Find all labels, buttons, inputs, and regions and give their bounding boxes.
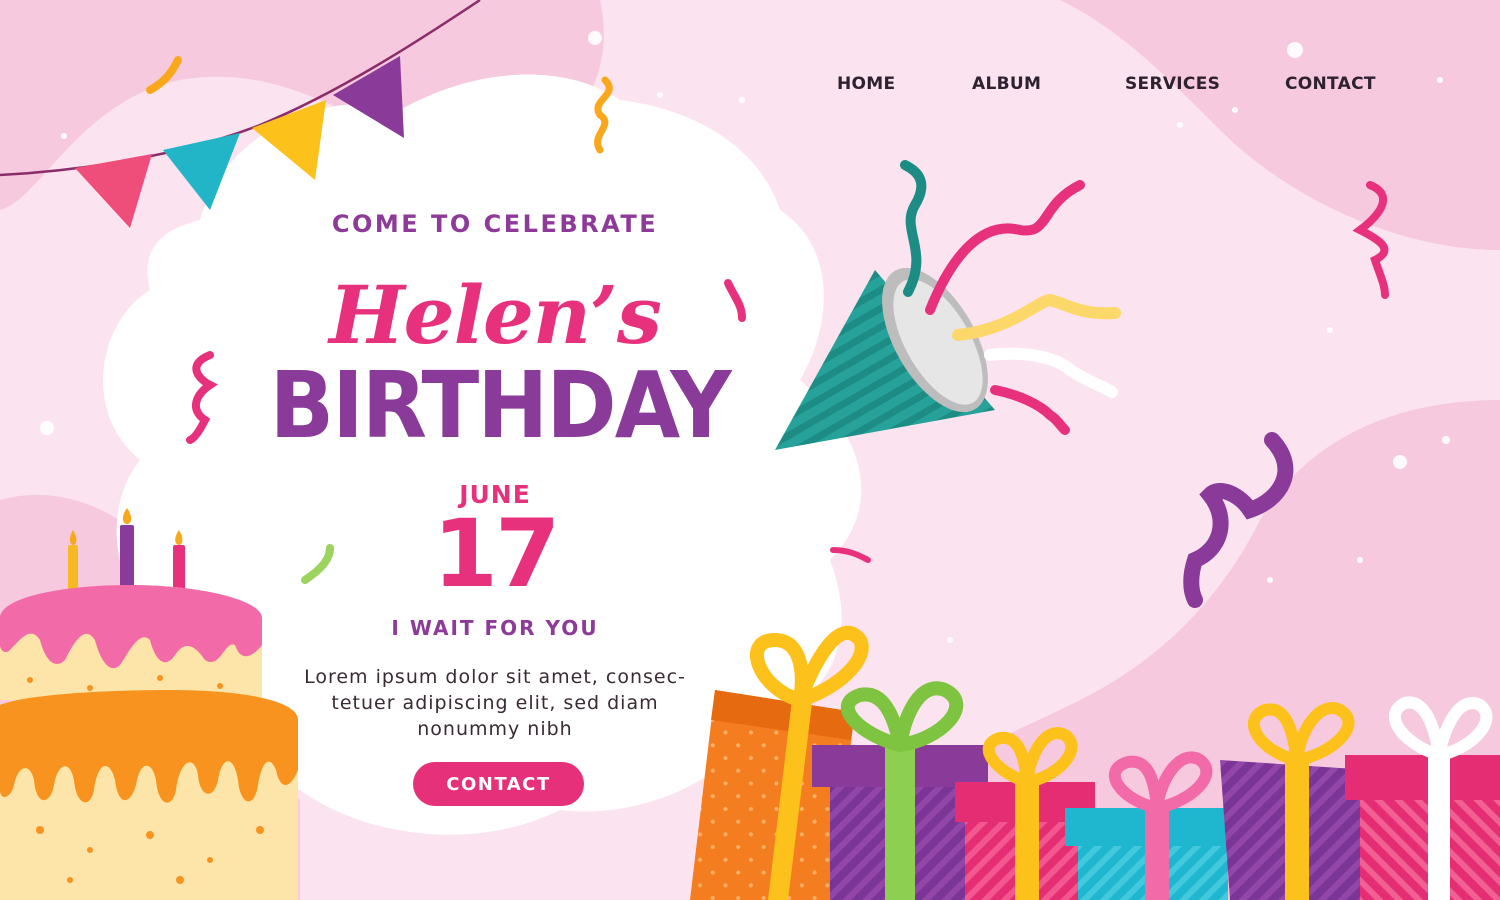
description-line: tetuer adipiscing elit, sed diam — [331, 692, 659, 714]
intro-heading: COME TO CELEBRATE — [331, 210, 659, 238]
occasion-title: BIRTHDAY — [269, 352, 732, 459]
nav-home[interactable]: HOME — [837, 74, 895, 94]
description: Lorem ipsum dolor sit amet, consec- tetu… — [268, 664, 722, 742]
nav-services[interactable]: SERVICES — [1125, 74, 1220, 94]
main-nav: HOME ALBUM SERVICES CONTACT — [0, 74, 1500, 98]
tagline: I WAIT FOR YOU — [391, 616, 599, 640]
description-line: Lorem ipsum dolor sit amet, consec- — [304, 666, 686, 688]
celebrant-name: Helen’s — [329, 268, 662, 362]
nav-album[interactable]: ALBUM — [972, 74, 1041, 94]
contact-button[interactable]: CONTACT — [413, 762, 584, 806]
description-line: nonummy nibh — [417, 718, 573, 740]
nav-contact[interactable]: CONTACT — [1285, 74, 1376, 94]
event-day: 17 — [432, 500, 561, 609]
background-art — [0, 0, 1500, 900]
